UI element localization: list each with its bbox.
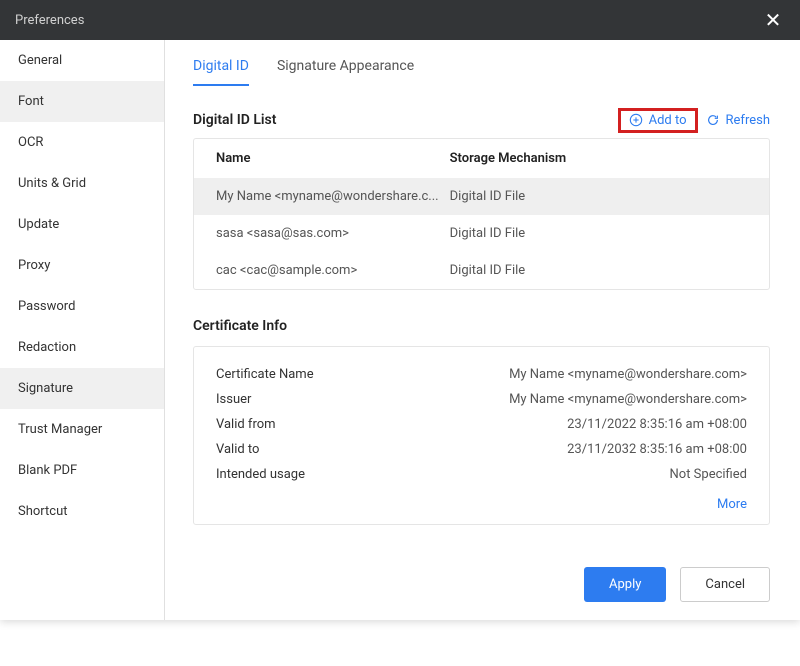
info-label: Issuer bbox=[216, 392, 251, 407]
cancel-button[interactable]: Cancel bbox=[680, 567, 770, 602]
list-section-header: Digital ID List Add to Refresh bbox=[193, 112, 770, 128]
sidebar-item-general[interactable]: General bbox=[0, 40, 164, 81]
info-value: Not Specified bbox=[670, 467, 747, 482]
col-header-storage: Storage Mechanism bbox=[450, 151, 747, 166]
info-row: Intended usage Not Specified bbox=[216, 462, 747, 487]
info-value: 23/11/2022 8:35:16 am +08:00 bbox=[567, 417, 747, 432]
sidebar-item-units-grid[interactable]: Units & Grid bbox=[0, 163, 164, 204]
info-label: Certificate Name bbox=[216, 367, 314, 382]
cell-name: My Name <myname@wondershare.c... bbox=[216, 189, 450, 204]
digital-id-list: Name Storage Mechanism My Name <myname@w… bbox=[193, 138, 770, 290]
cell-storage: Digital ID File bbox=[450, 226, 747, 241]
col-header-name: Name bbox=[216, 151, 450, 166]
main-content: Digital ID Signature Appearance Digital … bbox=[165, 40, 800, 620]
titlebar: Preferences ✕ bbox=[0, 0, 800, 40]
refresh-icon bbox=[706, 113, 720, 127]
sidebar-item-signature[interactable]: Signature bbox=[0, 368, 164, 409]
info-value: My Name <myname@wondershare.com> bbox=[509, 392, 747, 407]
sidebar-item-font[interactable]: Font bbox=[0, 81, 164, 122]
more-link-row: More bbox=[216, 493, 747, 512]
cell-storage: Digital ID File bbox=[450, 263, 747, 278]
tabs: Digital ID Signature Appearance bbox=[193, 58, 770, 87]
info-row: Certificate Name My Name <myname@wondersh… bbox=[216, 362, 747, 387]
sidebar-item-update[interactable]: Update bbox=[0, 204, 164, 245]
info-value: My Name <myname@wondershare.com> bbox=[509, 367, 747, 382]
sidebar-item-proxy[interactable]: Proxy bbox=[0, 245, 164, 286]
list-row[interactable]: My Name <myname@wondershare.c... Digital… bbox=[194, 178, 769, 215]
refresh-button[interactable]: Refresh bbox=[706, 113, 770, 128]
sidebar-item-trust-manager[interactable]: Trust Manager bbox=[0, 409, 164, 450]
list-title: Digital ID List bbox=[193, 112, 276, 128]
info-label: Valid to bbox=[216, 442, 259, 457]
apply-button[interactable]: Apply bbox=[584, 567, 666, 602]
info-row: Valid to 23/11/2032 8:35:16 am +08:00 bbox=[216, 437, 747, 462]
cert-info-title: Certificate Info bbox=[193, 318, 770, 334]
info-label: Valid from bbox=[216, 417, 276, 432]
list-actions: Add to Refresh bbox=[628, 113, 770, 128]
body-area: General Font OCR Units & Grid Update Pro… bbox=[0, 40, 800, 620]
sidebar-item-redaction[interactable]: Redaction bbox=[0, 327, 164, 368]
info-row: Issuer My Name <myname@wondershare.com> bbox=[216, 387, 747, 412]
cell-storage: Digital ID File bbox=[450, 189, 747, 204]
cell-name: cac <cac@sample.com> bbox=[216, 263, 450, 278]
info-value: 23/11/2032 8:35:16 am +08:00 bbox=[567, 442, 747, 457]
sidebar[interactable]: General Font OCR Units & Grid Update Pro… bbox=[0, 40, 165, 620]
close-icon[interactable]: ✕ bbox=[761, 8, 785, 32]
preferences-window: Preferences ✕ General Font OCR Units & G… bbox=[0, 0, 800, 620]
list-header: Name Storage Mechanism bbox=[194, 139, 769, 178]
footer-buttons: Apply Cancel bbox=[584, 567, 770, 602]
tab-digital-id[interactable]: Digital ID bbox=[193, 58, 249, 86]
plus-circle-icon bbox=[629, 113, 643, 127]
add-to-highlight: Add to bbox=[618, 108, 698, 133]
sidebar-item-shortcut[interactable]: Shortcut bbox=[0, 491, 164, 532]
tab-signature-appearance[interactable]: Signature Appearance bbox=[277, 58, 414, 86]
list-row[interactable]: sasa <sasa@sas.com> Digital ID File bbox=[194, 215, 769, 252]
cell-name: sasa <sasa@sas.com> bbox=[216, 226, 450, 241]
add-to-button[interactable]: Add to bbox=[629, 113, 687, 128]
window-title: Preferences bbox=[15, 13, 84, 28]
sidebar-item-password[interactable]: Password bbox=[0, 286, 164, 327]
list-row[interactable]: cac <cac@sample.com> Digital ID File bbox=[194, 252, 769, 289]
info-row: Valid from 23/11/2022 8:35:16 am +08:00 bbox=[216, 412, 747, 437]
sidebar-item-ocr[interactable]: OCR bbox=[0, 122, 164, 163]
more-button[interactable]: More bbox=[717, 497, 747, 512]
sidebar-item-blank-pdf[interactable]: Blank PDF bbox=[0, 450, 164, 491]
certificate-info: Certificate Name My Name <myname@wondersh… bbox=[193, 346, 770, 525]
info-label: Intended usage bbox=[216, 467, 305, 482]
